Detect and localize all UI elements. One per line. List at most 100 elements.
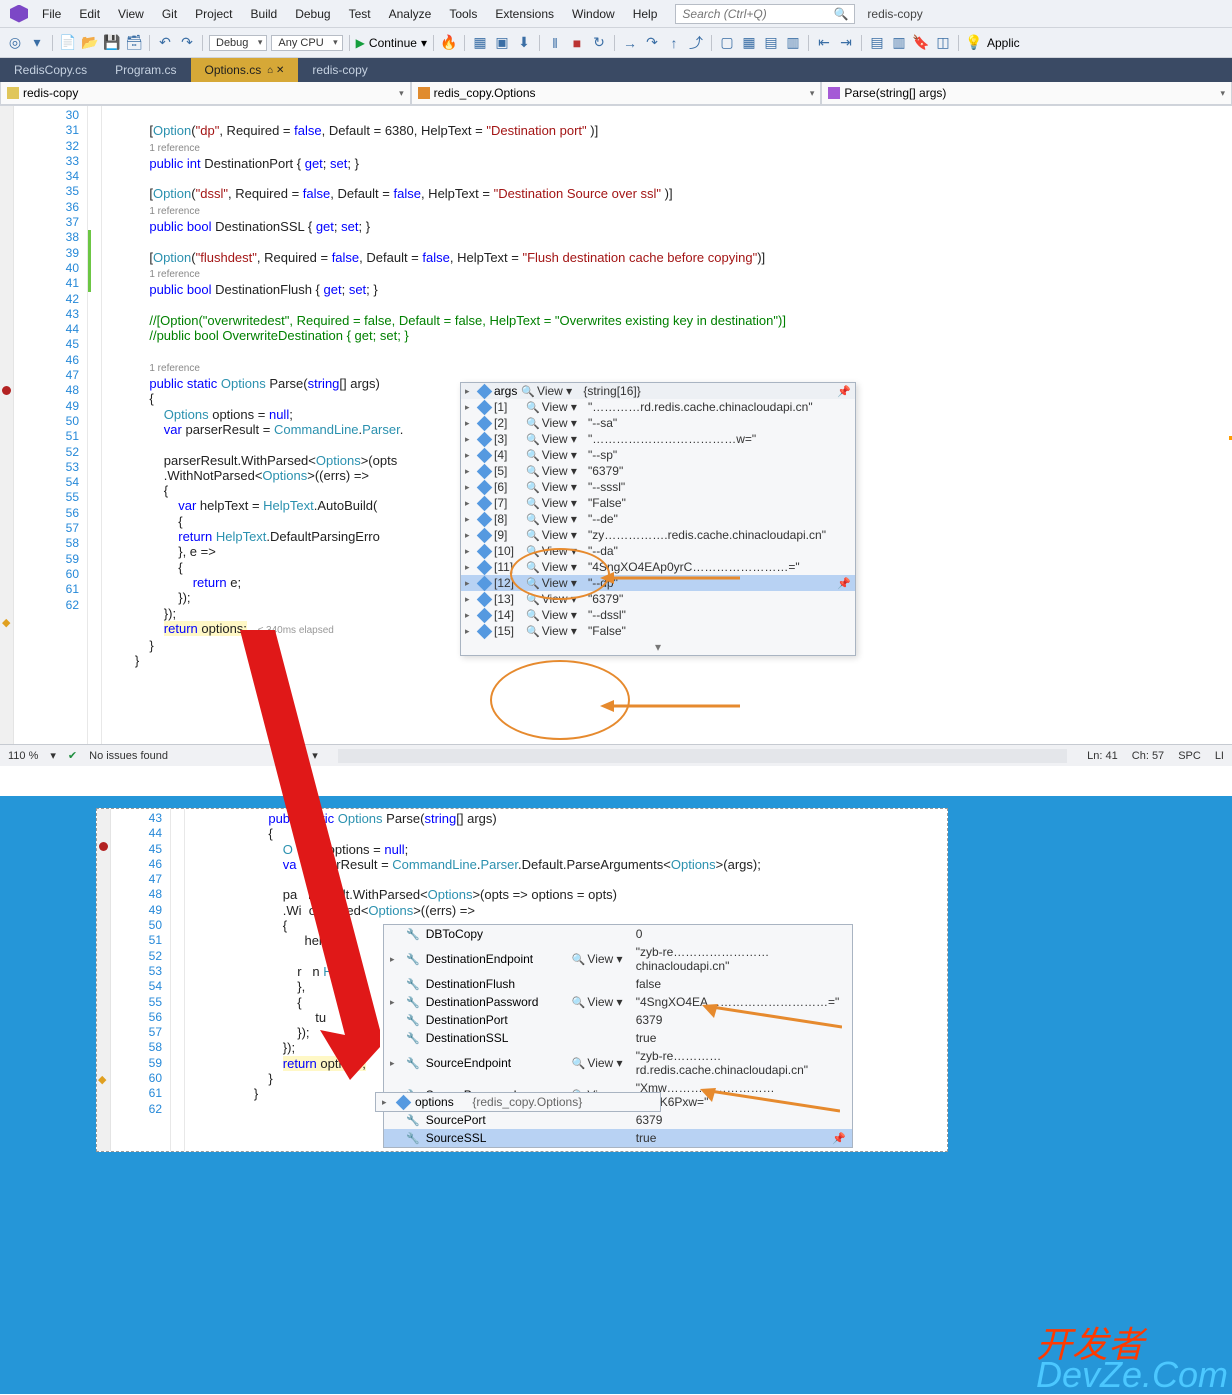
datatip-args[interactable]: ▸ args 🔍View ▾ {string[16]} 📌 ▸[1]🔍View …: [460, 382, 856, 656]
step-out-icon[interactable]: ↑: [665, 34, 683, 52]
view-button[interactable]: 🔍View ▾: [526, 544, 584, 558]
tb-icon-a[interactable]: ▢: [718, 34, 736, 52]
stop-icon[interactable]: ■: [568, 34, 586, 52]
platform-dropdown[interactable]: Any CPU: [271, 35, 342, 51]
search-box[interactable]: 🔍: [675, 4, 855, 24]
restart-icon[interactable]: ↻: [590, 34, 608, 52]
tb-icon-2[interactable]: ▣: [493, 34, 511, 52]
tab-program-cs[interactable]: Program.cs: [101, 58, 190, 82]
close-icon[interactable]: ⌂ ✕: [267, 65, 284, 76]
datatip-row[interactable]: ▸[13]🔍View ▾"6379": [461, 591, 855, 607]
tab-rediscopy-cs[interactable]: RedisCopy.cs: [0, 58, 101, 82]
member-row[interactable]: 🔧DestinationSSLtrue: [384, 1029, 852, 1047]
step-icon-4[interactable]: ⤴: [687, 34, 705, 52]
new-icon[interactable]: 📄: [59, 34, 77, 52]
redo-icon[interactable]: ↷: [178, 34, 196, 52]
view-button[interactable]: 🔍View ▾: [526, 496, 584, 510]
bookmark-icon[interactable]: 🔖: [912, 34, 930, 52]
datatip-row[interactable]: ▸[6]🔍View ▾"--sssl": [461, 479, 855, 495]
code-editor[interactable]: ◆ 30313233343536373839404142434445464748…: [0, 106, 1232, 766]
view-button[interactable]: 🔍View ▾: [572, 995, 630, 1009]
bookmark2-icon[interactable]: ◫: [934, 34, 952, 52]
menu-build[interactable]: Build: [243, 4, 286, 24]
breakpoint-margin[interactable]: ◆: [0, 106, 14, 766]
tb-icon-d[interactable]: ▥: [784, 34, 802, 52]
view-button[interactable]: 🔍View ▾: [526, 416, 584, 430]
view-button[interactable]: 🔍View ▾: [526, 432, 584, 446]
view-button[interactable]: 🔍View ▾: [526, 480, 584, 494]
datatip-row[interactable]: ▸[8]🔍View ▾"--de": [461, 511, 855, 527]
open-icon[interactable]: 📂: [81, 34, 99, 52]
uncomment-icon[interactable]: ▥: [890, 34, 908, 52]
member-row[interactable]: 🔧DestinationPort6379: [384, 1011, 852, 1029]
h-scrollbar[interactable]: [338, 749, 1067, 763]
datatip-row[interactable]: ▸[11]🔍View ▾"4SngXO4EAp0yrC……………………=": [461, 559, 855, 575]
tb-icon-c[interactable]: ▤: [762, 34, 780, 52]
nav-project[interactable]: redis-copy: [0, 82, 411, 105]
menu-view[interactable]: View: [110, 4, 152, 24]
comment-icon[interactable]: ▤: [868, 34, 886, 52]
view-button[interactable]: 🔍View ▾: [526, 528, 584, 542]
step-into-icon[interactable]: →: [621, 34, 639, 52]
nav-class[interactable]: redis_copy.Options: [411, 82, 822, 105]
indent-icon[interactable]: ⇥: [837, 34, 855, 52]
tb-icon-b[interactable]: ▦: [740, 34, 758, 52]
member-row[interactable]: ▸🔧DestinationPassword🔍View ▾"4SngXO4EA………: [384, 993, 852, 1011]
datatip-options[interactable]: ▸options {redis_copy.Options}: [375, 1092, 661, 1112]
pin-icon[interactable]: 📌: [837, 577, 851, 590]
undo-icon[interactable]: ↶: [156, 34, 174, 52]
pin-icon[interactable]: 📌: [837, 385, 851, 398]
datatip-row[interactable]: ▸[4]🔍View ▾"--sp": [461, 447, 855, 463]
member-row[interactable]: ▸🔧SourceEndpoint🔍View ▾"zyb-re…………rd.red…: [384, 1047, 852, 1079]
zoom-label[interactable]: 110 %: [8, 750, 38, 762]
search-input[interactable]: [682, 7, 833, 21]
view-button[interactable]: 🔍View ▾: [572, 1056, 630, 1070]
config-dropdown[interactable]: Debug: [209, 35, 267, 51]
save-icon[interactable]: 💾: [103, 34, 121, 52]
tab-options-cs[interactable]: Options.cs⌂ ✕: [191, 58, 299, 82]
member-row[interactable]: ▸🔧DestinationEndpoint🔍View ▾"zyb-re………………: [384, 943, 852, 975]
member-row[interactable]: 🔧SourcePort6379: [384, 1111, 852, 1129]
menu-edit[interactable]: Edit: [71, 4, 108, 24]
continue-button[interactable]: ▶Continue ▾: [356, 36, 427, 50]
member-row[interactable]: 🔧DBToCopy0: [384, 925, 852, 943]
tab-redis-copy[interactable]: redis-copy: [298, 58, 381, 82]
view-button[interactable]: 🔍View ▾: [526, 624, 584, 638]
fwd-icon[interactable]: ▾: [28, 34, 46, 52]
step-over-icon[interactable]: ↷: [643, 34, 661, 52]
datatip-row[interactable]: ▸[1]🔍View ▾"…………rd.redis.cache.chinaclou…: [461, 399, 855, 415]
datatip-row[interactable]: ▸[14]🔍View ▾"--dssl": [461, 607, 855, 623]
member-row[interactable]: 🔧SourceSSLtrue📌: [384, 1129, 852, 1147]
view-button[interactable]: 🔍View ▾: [526, 512, 584, 526]
pause-icon[interactable]: ‖: [546, 34, 564, 52]
tb-icon-3[interactable]: ⬇: [515, 34, 533, 52]
datatip-row[interactable]: ▸[2]🔍View ▾"--sa": [461, 415, 855, 431]
view-button[interactable]: 🔍View ▾: [526, 400, 584, 414]
breakpoint-icon[interactable]: [2, 386, 11, 395]
hot-reload-icon[interactable]: 🔥: [440, 34, 458, 52]
brush-icon[interactable]: ✎ ▾: [300, 749, 318, 762]
menu-extensions[interactable]: Extensions: [487, 4, 562, 24]
menu-file[interactable]: File: [34, 4, 69, 24]
pin-icon[interactable]: 📌: [832, 1132, 846, 1145]
menu-help[interactable]: Help: [625, 4, 666, 24]
menu-debug[interactable]: Debug: [287, 4, 338, 24]
view-button[interactable]: 🔍View ▾: [526, 576, 584, 590]
menu-git[interactable]: Git: [154, 4, 185, 24]
view-button[interactable]: 🔍View ▾: [526, 560, 584, 574]
menu-analyze[interactable]: Analyze: [381, 4, 440, 24]
view-button[interactable]: 🔍View ▾: [526, 464, 584, 478]
outdent-icon[interactable]: ⇤: [815, 34, 833, 52]
datatip-row[interactable]: ▸[9]🔍View ▾"zy…………….redis.cache.chinaclo…: [461, 527, 855, 543]
datatip-row[interactable]: ▸[7]🔍View ▾"False": [461, 495, 855, 511]
datatip-row[interactable]: ▸[3]🔍View ▾"………………………………w=": [461, 431, 855, 447]
datatip-options-members[interactable]: 🔧DBToCopy0▸🔧DestinationEndpoint🔍View ▾"z…: [383, 924, 853, 1148]
tb-icon-1[interactable]: ▦: [471, 34, 489, 52]
fold-margin[interactable]: [88, 106, 102, 766]
datatip-row[interactable]: ▸[10]🔍View ▾"--da": [461, 543, 855, 559]
view-button[interactable]: 🔍View ▾: [526, 592, 584, 606]
menu-project[interactable]: Project: [187, 4, 240, 24]
menu-window[interactable]: Window: [564, 4, 623, 24]
view-button[interactable]: 🔍View ▾: [526, 608, 584, 622]
back-icon[interactable]: ◎: [6, 34, 24, 52]
